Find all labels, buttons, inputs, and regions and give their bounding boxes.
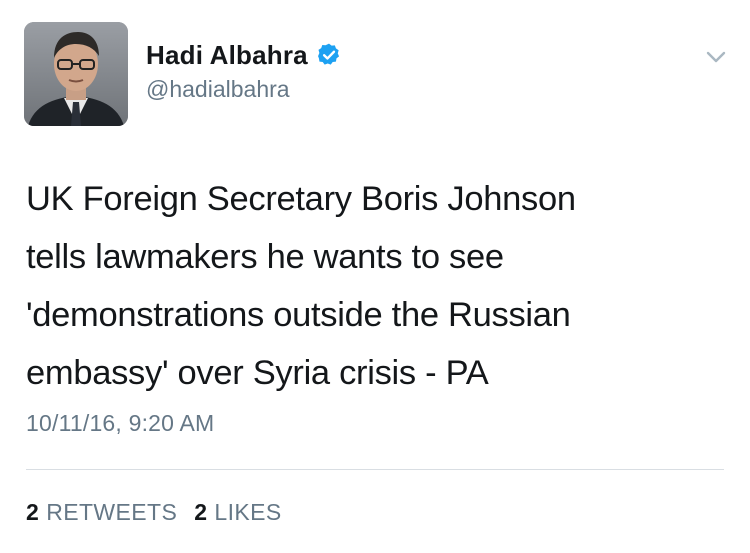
likes-stat[interactable]: 2 LIKES [194, 499, 281, 526]
tweet-stats: 2 RETWEETS 2 LIKES [26, 499, 282, 526]
tweet-text-line: UK Foreign Secretary Boris Johnson [26, 180, 576, 218]
tweet-text-line: embassy' over Syria crisis - PA [26, 354, 489, 392]
tweet-text-line: tells lawmakers he wants to see [26, 238, 504, 276]
likes-count: 2 [194, 499, 208, 525]
user-handle[interactable]: @hadialbahra [146, 76, 290, 103]
chevron-down-icon[interactable] [702, 47, 730, 67]
verified-badge-icon [316, 42, 342, 68]
likes-label: LIKES [214, 499, 282, 525]
tweet-text: UK Foreign Secretary Boris Johnson tells… [26, 170, 726, 402]
display-name[interactable]: Hadi Albahra [146, 40, 308, 71]
user-name-row: Hadi Albahra [146, 38, 342, 72]
avatar[interactable] [24, 22, 128, 126]
retweets-count: 2 [26, 499, 40, 525]
retweets-label: RETWEETS [46, 499, 178, 525]
retweets-stat[interactable]: 2 RETWEETS [26, 499, 177, 526]
divider [26, 469, 724, 470]
tweet-timestamp: 10/11/16, 9:20 AM [26, 410, 215, 436]
tweet-text-line: 'demonstrations outside the Russian [26, 296, 571, 334]
